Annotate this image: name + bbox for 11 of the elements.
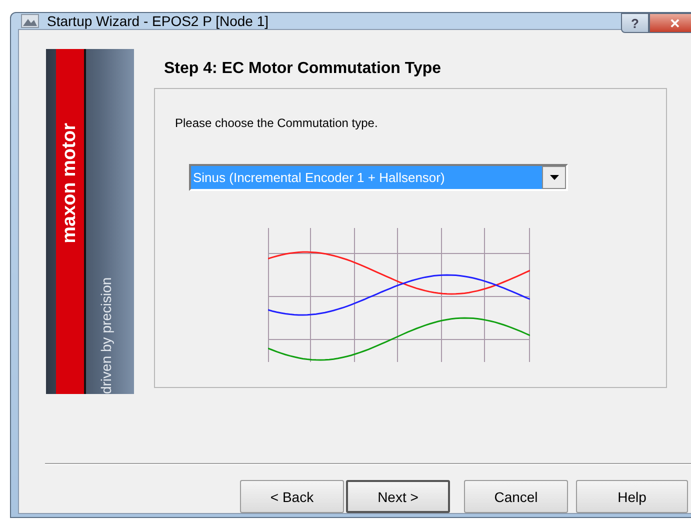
wizard-button[interactable]: < Back xyxy=(240,480,344,513)
help-button[interactable]: ? xyxy=(621,13,649,33)
brand-name: maxon motor xyxy=(59,123,81,244)
wizard-button[interactable]: Next > xyxy=(346,480,450,513)
wizard-button[interactable]: Help xyxy=(576,480,688,513)
prompt-text: Please choose the Commutation type. xyxy=(175,116,379,130)
dropdown-arrow-icon xyxy=(550,175,558,180)
step-title: Step 4: EC Motor Commutation Type xyxy=(164,60,442,78)
brand-slogan: driven by precision xyxy=(98,276,114,394)
window-title: Startup Wizard - EPOS2 P [Node 1] xyxy=(47,13,269,29)
wizard-button[interactable]: Cancel xyxy=(464,480,568,513)
